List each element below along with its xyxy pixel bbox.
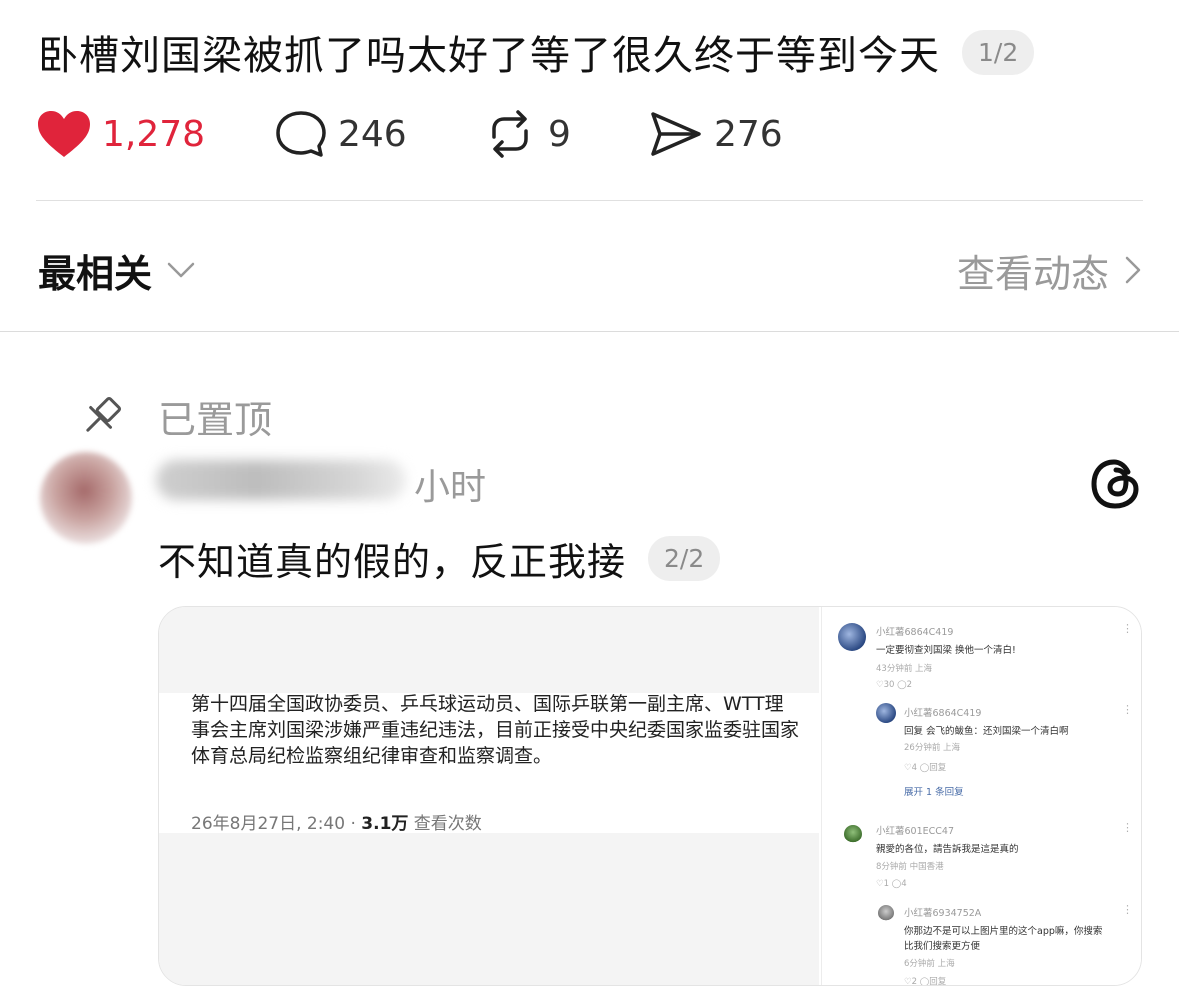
comments-screenshot: 小红薯6864C419 ⋮ 一定要彻查刘国梁 换他一个清白! 43分钟前 上海 … xyxy=(821,607,1141,986)
news-text: 第十四届全国政协委员、乒乓球运动员、国际乒联第一副主席、WTT理事会主席刘国梁涉… xyxy=(191,693,800,767)
action-bar: 1,278 246 9 276 xyxy=(36,104,836,164)
more-icon: ⋮ xyxy=(1122,903,1133,916)
comment-text-line2: 比我们搜索更方便 xyxy=(904,941,981,952)
more-icon: ⋮ xyxy=(1122,821,1133,834)
reply-time: 小时 xyxy=(414,467,487,508)
view-activity-label: 查看动态 xyxy=(956,251,1109,296)
view-activity-link[interactable]: 查看动态 xyxy=(957,240,1143,300)
sort-dropdown[interactable]: 最相关 xyxy=(38,243,152,298)
comment-user: 小红薯601ECC47 xyxy=(876,826,954,837)
like-button[interactable]: 1,278 xyxy=(36,104,205,164)
comment-icon xyxy=(276,111,326,157)
comment-stats: ♡4 ◯回复 xyxy=(904,763,947,773)
comment-text: 一定要彻查刘国梁 换他一个清白! xyxy=(876,645,1016,656)
avatar xyxy=(844,825,862,843)
comment-meta: 43分钟前 上海 xyxy=(876,664,933,674)
sort-row: 最相关 查看动态 xyxy=(38,240,1143,300)
post-page-indicator[interactable]: 1/2 xyxy=(962,29,1035,75)
more-icon: ⋮ xyxy=(1122,703,1133,716)
news-views: 3.1万 xyxy=(361,814,409,834)
repost-count: 9 xyxy=(548,113,571,155)
comment-user: 小红薯6864C419 xyxy=(904,708,982,719)
post-title-row: 卧槽刘国梁被抓了吗太好了等了很久终于等到今天 1/2 xyxy=(38,22,1148,82)
comment-stats: ♡30 ◯2 xyxy=(876,680,913,690)
more-icon: ⋮ xyxy=(1122,622,1133,635)
pinned-label: 已置顶 xyxy=(158,397,273,442)
avatar xyxy=(876,703,896,723)
comment-count: 246 xyxy=(338,113,407,155)
reply-text-row: 不知道真的假的，反正我接 2/2 xyxy=(158,528,721,588)
post-title: 卧槽刘国梁被抓了吗太好了等了很久终于等到今天 xyxy=(38,33,940,79)
divider xyxy=(36,200,1143,201)
section-divider xyxy=(0,331,1179,332)
reply-page-indicator[interactable]: 2/2 xyxy=(648,535,721,581)
pinned-indicator: 已置顶 xyxy=(78,388,272,444)
heart-icon xyxy=(38,111,90,157)
avatar[interactable] xyxy=(40,452,132,544)
attached-image[interactable]: 第十四届全国政协委员、乒乓球运动员、国际乒联第一副主席、WTT理事会主席刘国梁涉… xyxy=(158,606,1142,986)
repost-button[interactable]: 9 xyxy=(482,104,571,164)
share-count: 276 xyxy=(714,113,783,155)
expand-replies-link[interactable]: 展开 1 条回复 xyxy=(904,784,964,798)
news-screenshot: 第十四届全国政协委员、乒乓球运动员、国际乒联第一副主席、WTT理事会主席刘国梁涉… xyxy=(159,607,819,985)
share-button[interactable]: 276 xyxy=(648,104,783,164)
comment-button[interactable]: 246 xyxy=(274,104,407,164)
reply-text: 不知道真的假的，反正我接 xyxy=(158,539,627,584)
pin-icon xyxy=(86,396,122,432)
comment-meta: 8分钟前 中国香港 xyxy=(876,862,944,872)
comment-stats: ♡1 ◯4 xyxy=(876,879,907,889)
avatar xyxy=(838,623,866,651)
like-count: 1,278 xyxy=(102,113,206,155)
avatar xyxy=(878,905,894,921)
send-icon xyxy=(651,112,701,156)
comment-stats: ♡2 ◯回复 xyxy=(904,977,947,986)
news-meta: 26年8月27日, 2:40 · 3.1万 查看次数 xyxy=(191,814,482,834)
repost-icon xyxy=(492,110,528,158)
comment-text: 親愛的各位，請告訴我是這是真的 xyxy=(876,844,1019,855)
comment-user: 小红薯6934752A xyxy=(904,908,982,919)
comment-text: 你那边不是可以上图片里的这个app嘛，你搜索 xyxy=(904,926,1103,937)
chevron-right-icon xyxy=(1125,256,1141,284)
chevron-down-icon[interactable] xyxy=(166,260,196,280)
comment-meta: 6分钟前 上海 xyxy=(904,959,955,969)
comment-user: 小红薯6864C419 xyxy=(876,627,954,638)
comment-meta: 26分钟前 上海 xyxy=(904,743,961,753)
comment-text: 回复 会飞的鲅鱼：还刘国梁一个清白啊 xyxy=(904,726,1069,737)
username-blurred[interactable] xyxy=(156,460,406,500)
threads-logo-icon xyxy=(1091,459,1139,509)
